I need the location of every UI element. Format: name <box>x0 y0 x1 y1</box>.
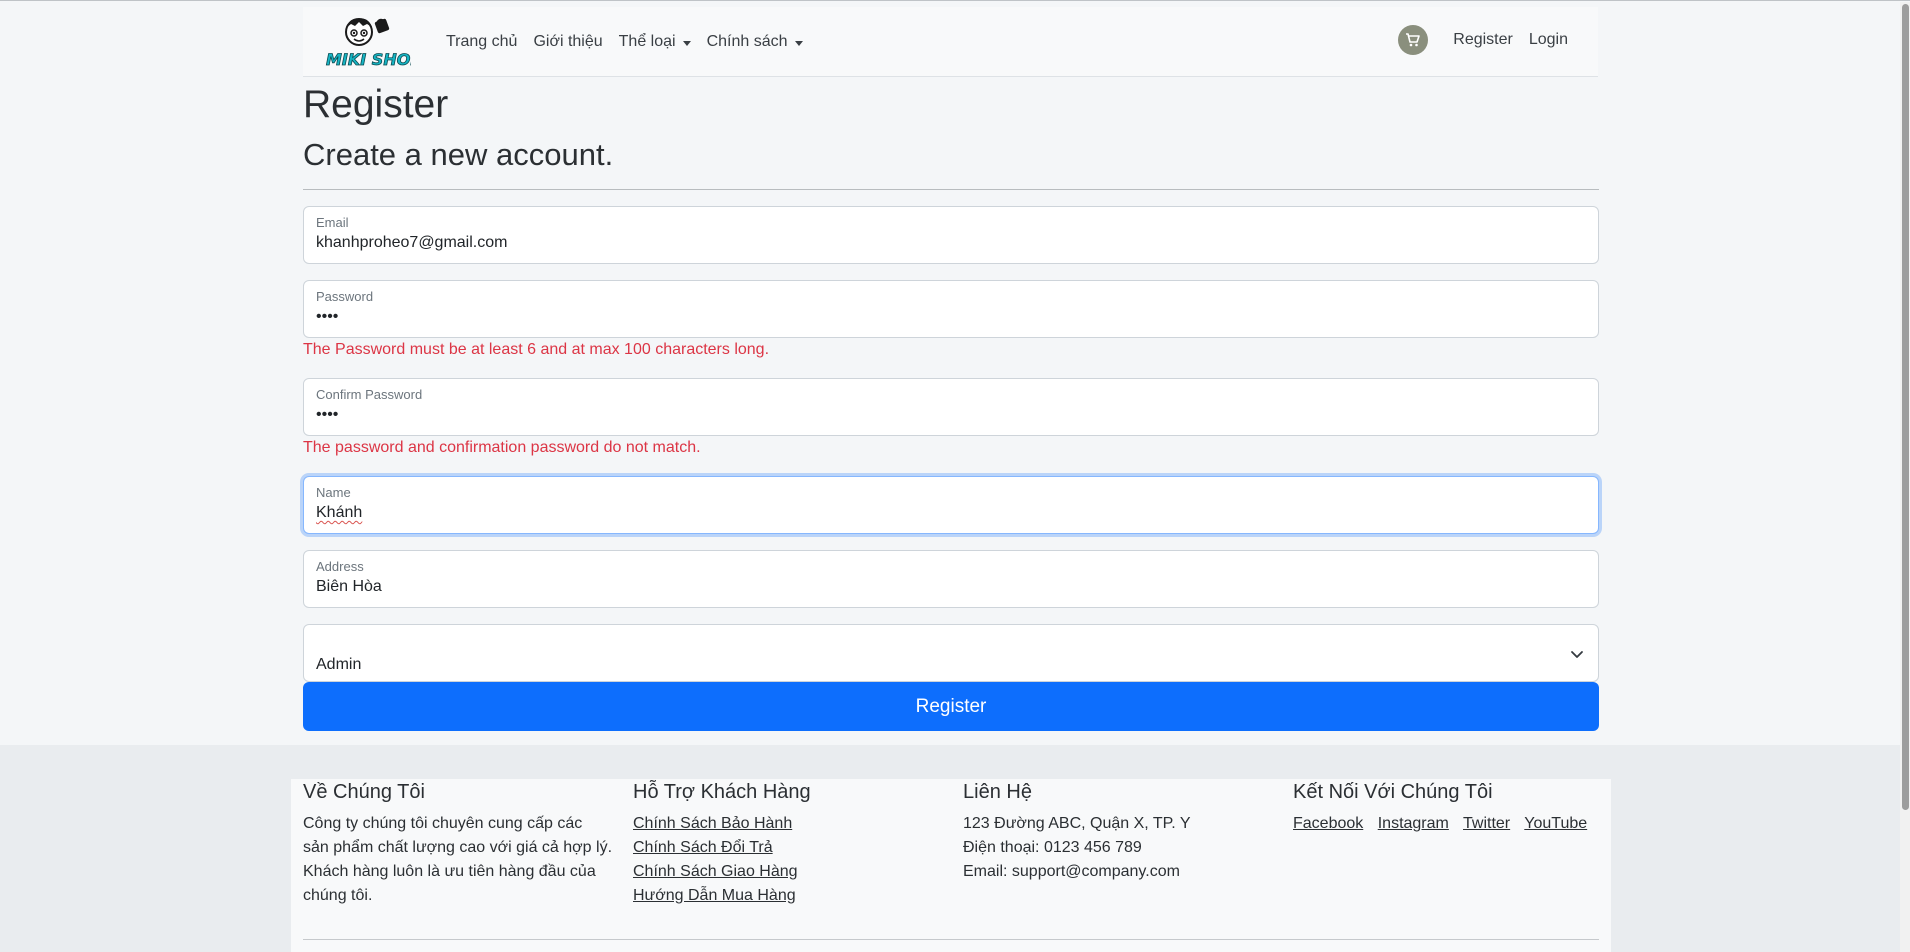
twitter-link[interactable]: Twitter <box>1463 815 1510 832</box>
brand-logo[interactable]: MIKI SHOP <box>323 14 423 72</box>
email-field[interactable]: Email khanhproheo7@gmail.com <box>303 206 1599 264</box>
shopping-cart-icon <box>1406 33 1421 47</box>
address-value: Biên Hòa <box>316 578 382 595</box>
caret-down-icon <box>794 40 803 46</box>
password-label: Password <box>316 289 374 304</box>
name-value: Khánh <box>316 504 363 521</box>
page: MIKI SHOP Trang chủ Giới thiệu Thể loại … <box>0 1 1910 952</box>
footer-contact: Liên Hệ 123 Đường ABC, Quận X, TP. Y Điệ… <box>963 779 1283 884</box>
footer-about-line: sản phẩm chất lượng cao với giá cả hợp l… <box>303 839 613 856</box>
footer-about-line: Công ty chúng tôi chuyên cung cấp các <box>303 815 583 832</box>
name-label: Name <box>316 485 351 500</box>
svg-text:MIKI SHOP: MIKI SHOP <box>326 50 411 69</box>
email-label: Email <box>316 215 349 230</box>
nav-right: Register Login <box>1398 25 1576 55</box>
footer-social-links: Facebook Instagram Twitter YouTube <box>1293 812 1603 836</box>
divider <box>303 189 1599 190</box>
footer-social-title: Kết Nối Với Chúng Tôi <box>1293 781 1493 803</box>
role-value: Admin <box>316 656 362 673</box>
footer-contact-title: Liên Hệ <box>963 781 1032 803</box>
confirm-password-error: The password and confirmation password d… <box>303 439 701 456</box>
nav-categories-dropdown[interactable]: Thể loại <box>611 33 699 51</box>
page-subtitle: Create a new account. <box>303 137 614 172</box>
footer-support: Hỗ Trợ Khách Hàng Chính Sách Bảo Hành Ch… <box>633 779 953 908</box>
nav-home[interactable]: Trang chủ <box>438 33 525 51</box>
name-field[interactable]: Name Khánh <box>303 476 1599 534</box>
footer-contact-email: Email: support@company.com <box>963 863 1180 880</box>
instagram-link[interactable]: Instagram <box>1378 815 1449 832</box>
footer-about: Về Chúng Tôi Công ty chúng tôi chuyên cu… <box>303 779 623 908</box>
register-submit-button[interactable]: Register <box>303 682 1599 731</box>
chevron-down-icon <box>1571 651 1583 658</box>
footer-social: Kết Nối Với Chúng Tôi Facebook Instagram… <box>1293 779 1603 836</box>
password-field[interactable]: Password •••• <box>303 280 1599 338</box>
nav-about[interactable]: Giới thiệu <box>525 33 610 51</box>
address-label: Address <box>316 559 364 574</box>
password-error: The Password must be at least 6 and at m… <box>303 341 770 358</box>
password-value: •••• <box>316 308 339 325</box>
footer: Về Chúng Tôi Công ty chúng tôi chuyên cu… <box>291 779 1611 952</box>
nav-policies-dropdown[interactable]: Chính sách <box>699 33 811 51</box>
footer-support-title: Hỗ Trợ Khách Hàng <box>633 781 811 803</box>
navbar: MIKI SHOP Trang chủ Giới thiệu Thể loại … <box>303 7 1598 77</box>
footer-link-shipping[interactable]: Chính Sách Giao Hàng <box>633 860 953 884</box>
footer-divider <box>303 939 1599 940</box>
confirm-password-label: Confirm Password <box>316 387 423 402</box>
scrollbar-thumb[interactable] <box>1902 4 1909 810</box>
footer-about-line: Khách hàng luôn là ưu tiên hàng đầu của <box>303 863 596 880</box>
role-select[interactable]: Admin <box>303 624 1599 682</box>
youtube-link[interactable]: YouTube <box>1524 815 1587 832</box>
footer-contact-address: 123 Đường ABC, Quận X, TP. Y <box>963 815 1191 832</box>
facebook-link[interactable]: Facebook <box>1293 815 1363 832</box>
address-field[interactable]: Address Biên Hòa <box>303 550 1599 608</box>
caret-down-icon <box>682 40 691 46</box>
footer-contact-phone: Điện thoại: 0123 456 789 <box>963 839 1142 856</box>
nav-links: Trang chủ Giới thiệu Thể loại Chính sách <box>438 7 811 77</box>
footer-link-warranty[interactable]: Chính Sách Bảo Hành <box>633 812 953 836</box>
vertical-scrollbar[interactable] <box>1900 2 1910 952</box>
confirm-password-value: •••• <box>316 406 339 423</box>
email-value: khanhproheo7@gmail.com <box>316 234 508 251</box>
footer-link-returns[interactable]: Chính Sách Đổi Trả <box>633 836 953 860</box>
confirm-password-field[interactable]: Confirm Password •••• <box>303 378 1599 436</box>
cart-button[interactable] <box>1398 25 1429 55</box>
login-link[interactable]: Login <box>1521 31 1576 49</box>
register-link[interactable]: Register <box>1445 31 1521 49</box>
page-title: Register <box>303 83 449 126</box>
footer-about-title: Về Chúng Tôi <box>303 781 425 803</box>
footer-link-buying-guide[interactable]: Hướng Dẫn Mua Hàng <box>633 884 953 908</box>
footer-about-line: chúng tôi. <box>303 887 373 904</box>
